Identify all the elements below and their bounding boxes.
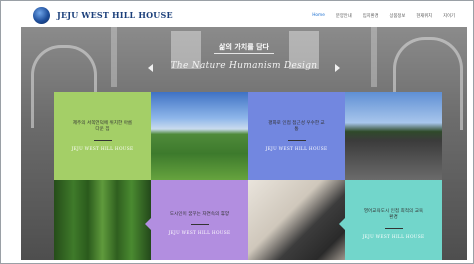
nav-item-directions[interactable]: 지이기 [443,13,455,19]
tile-text: 영어교육도시 인접 최적의 교육환경 [363,208,424,221]
nav-item-current-location[interactable]: 현재위치 [416,13,432,19]
logo-emblem[interactable] [33,7,50,24]
feature-tile-traffic[interactable]: 평화로 인접 접근성 우수한 교통 JEJU WEST HILL HOUSE [248,92,351,180]
tile-divider [190,224,209,226]
tile-divider [384,227,403,229]
background-pillar [111,27,117,87]
tile-brand: JEJU WEST HILL HOUSE [168,231,231,237]
nav-item-sale-info[interactable]: 분양안내 [336,13,352,19]
background-pillar [371,27,377,87]
photo-tile-road [345,92,442,180]
site-logo-text[interactable]: JEJU WEST HILL HOUSE [57,10,173,20]
feature-tile-education[interactable]: 영어교육도시 인접 최적의 교육환경 JEJU WEST HILL HOUSE [339,180,442,260]
tile-divider [93,139,112,141]
feature-tile-location[interactable]: 제주의 서쪽언덕에 위치한 아름다운 집 JEJU WEST HILL HOUS… [54,92,157,180]
photo-tile-field [151,92,248,180]
tile-brand: JEJU WEST HILL HOUSE [362,234,425,240]
tile-text: 제주의 서쪽언덕에 위치한 아름다운 집 [72,120,133,133]
tile-brand: JEJU WEST HILL HOUSE [265,146,328,152]
next-arrow-icon[interactable] [335,64,340,72]
tile-divider [287,139,306,141]
nav-item-location[interactable]: 입지환경 [363,13,379,19]
tile-text: 도시인이 꿈꾸는 자연속의 휴양 [169,211,230,217]
nav-item-product-info[interactable]: 상품정보 [390,13,406,19]
nav-item-home[interactable]: Home [312,13,325,19]
tile-text: 평화로 인접 접근성 우수한 교통 [268,120,325,133]
headline-divider [214,53,274,54]
feature-tile-nature[interactable]: 도시인이 꿈꾸는 자연속의 휴양 JEJU WEST HILL HOUSE [145,180,248,260]
hero-banner: 삶의 가치를 담다 The Nature Humanism Design 제주의… [21,27,467,260]
site-header: JEJU WEST HILL HOUSE Home 분양안내 입지환경 상품정보… [21,4,467,27]
tile-brand: JEJU WEST HILL HOUSE [71,146,134,152]
hero-headline: 삶의 가치를 담다 [219,43,269,51]
hero-subtitle: The Nature Humanism Design [170,61,318,71]
photo-tile-forest [54,180,151,260]
photo-tile-study [248,180,345,260]
main-nav: Home 분양안내 입지환경 상품정보 현재위치 지이기 [312,13,455,19]
